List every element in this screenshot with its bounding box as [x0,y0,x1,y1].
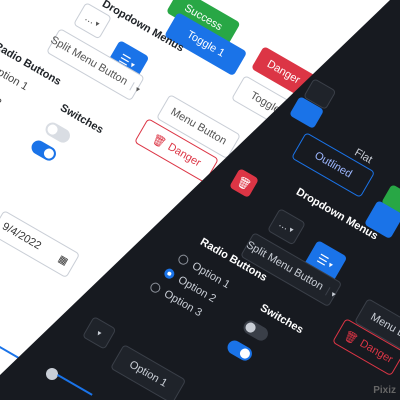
danger-label: Danger [264,58,303,87]
calendar-icon: ▦ [56,253,70,268]
trash-icon: 🗑 [341,328,360,347]
chevron-down-icon: ▾ [95,327,104,338]
collage-stage: Success Toggle 1 Danger Toggle 2 Dropdow… [0,0,400,400]
switch-off-dark[interactable] [241,318,271,344]
list-option-1-label: Option 1 [127,358,170,390]
more-options-button-dark[interactable]: ... ▾ [267,208,306,246]
switch-knob [238,346,252,361]
dropdown-menus-heading-dark: Dropdown Menus [294,186,380,243]
radio-option-2[interactable]: 2 [0,96,3,109]
option-2-label: 2 [0,96,4,110]
dropdown-chevron-dark[interactable]: ▾ [82,316,117,350]
delete-icon-button[interactable]: 🗑 [229,168,260,199]
switch-on[interactable] [29,138,59,164]
list-option-1[interactable]: Option 1 [110,344,187,400]
slider-thumb[interactable] [46,368,58,380]
switch-knob [243,320,258,335]
switch-knob [45,122,60,137]
switch-off[interactable] [43,120,73,146]
date-value: 9/4/2022 [0,220,44,253]
slider-track-dark [57,374,93,396]
radio-circle [148,280,163,295]
trash-icon: 🗑 [149,132,168,150]
chevron-down-icon: ▾ [325,286,338,299]
radio-circle [176,252,191,267]
danger-outline-label: Danger [165,140,203,170]
date-input[interactable]: 9/4/2022 ▦ [0,210,81,279]
trash-icon: 🗑 [234,174,253,193]
switch-knob [42,146,56,161]
pixiz-watermark: Pixiz [373,385,396,396]
radio-circle-selected [162,266,177,281]
chevron-down-icon: ▾ [129,81,142,94]
switch-on-dark[interactable] [225,338,255,364]
